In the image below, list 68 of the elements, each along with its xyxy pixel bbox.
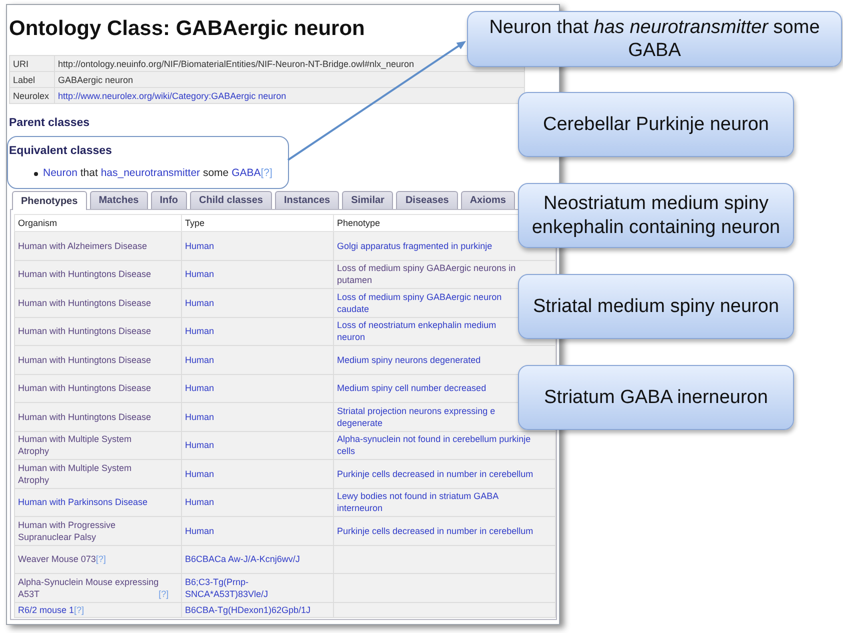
tab[interactable]: Axioms: [460, 191, 515, 209]
bullet-icon: [34, 172, 38, 176]
organism-link[interactable]: Human with Huntingtons Disease: [18, 410, 152, 423]
organism-link[interactable]: Human with Huntingtons Disease: [18, 325, 152, 338]
property-value: http://ontology.neuinfo.org/NIF/BiomaterialEntities/NIF-Neuron-NT-Bridge.owl#nlx_neuron: [54, 56, 524, 72]
property-label: Neurolex: [10, 88, 54, 104]
type-link[interactable]: Human: [185, 496, 214, 508]
organism-link[interactable]: Human with Multiple System Atrophy: [18, 462, 132, 486]
organism-link[interactable]: Weaver Mouse 073: [18, 553, 96, 566]
callout: Neuron that has neurotransmitter some GABA: [467, 11, 842, 67]
organism-link[interactable]: R6/2 mouse 1: [18, 604, 74, 616]
property-link[interactable]: http://www.neurolex.org/wiki/Category:GABAergic neuron: [58, 90, 286, 100]
type-link[interactable]: Human: [185, 410, 214, 423]
type-link[interactable]: B6CBA-Tg(HDexon1)62Gpb/1J: [185, 604, 311, 616]
organism-link[interactable]: Human with Progressive Supranuclear Palsy: [18, 518, 116, 543]
organism-link[interactable]: Human with Alzheimers Disease: [18, 240, 148, 252]
phenotype-link[interactable]: Medium spiny cell number decreased: [337, 382, 486, 394]
tab[interactable]: Matches: [90, 191, 148, 209]
type-link[interactable]: Human: [185, 354, 214, 366]
organism-link[interactable]: Alpha-Synuclein Mouse expressing A53T: [18, 576, 159, 600]
type-link[interactable]: Human: [185, 296, 214, 309]
type-link[interactable]: B6CBACa Aw-J/A-Kcnj6wv/J: [185, 553, 300, 566]
class-link[interactable]: Neuron: [43, 167, 78, 179]
type-link[interactable]: Human: [185, 268, 214, 280]
tab[interactable]: Similar: [342, 191, 394, 209]
section-heading: Equivalent classes: [9, 144, 112, 158]
page-title: Ontology Class: GABAergic neuron: [9, 16, 365, 42]
type-link[interactable]: Human: [185, 468, 214, 480]
phenotype-link[interactable]: Golgi apparatus fragmented in purkinje: [337, 240, 492, 252]
callout: Striatum GABA inerneuron: [518, 365, 794, 430]
type-link[interactable]: Human: [185, 325, 214, 338]
type-link[interactable]: Human: [185, 524, 214, 537]
phenotype-link[interactable]: Purkinje cells decreased in number in cerebellum: [337, 468, 534, 480]
callout: Cerebellar Purkinje neuron: [518, 92, 794, 157]
phenotype-link[interactable]: Loss of neostriatum enkephalin medium neuron: [337, 319, 496, 344]
tab[interactable]: Phenotypes: [12, 191, 87, 210]
phenotype-link[interactable]: Medium spiny neurons degenerated: [337, 354, 481, 366]
organism-link[interactable]: Human with Huntingtons Disease: [18, 296, 152, 309]
class-link[interactable]: GABA: [232, 167, 261, 179]
type-link[interactable]: Human: [185, 439, 214, 452]
phenotype-link[interactable]: Striatal projection neurons expressing e degenerate: [337, 404, 496, 429]
column-header: Type: [182, 214, 334, 232]
tab[interactable]: Diseases: [396, 191, 458, 209]
class-expression: Neuron that has_neurotransmitter some GABA[?]: [43, 167, 272, 180]
phenotype-link[interactable]: Loss of medium spiny GABAergic neuron caudate: [337, 290, 502, 315]
section-heading: Parent classes: [9, 116, 90, 130]
property-value: GABAergic neuron: [54, 72, 524, 88]
callout: Striatal medium spiny neuron: [518, 274, 794, 339]
organism-link[interactable]: Human with Multiple System Atrophy: [18, 433, 132, 458]
phenotype-link[interactable]: Lewy bodies not found in striatum GABA interneuron: [337, 490, 499, 514]
phenotype-link[interactable]: Alpha-synuclein not found in cerebellum purkinje cells: [337, 433, 531, 458]
class-link[interactable]: has_neurotransmitter: [100, 167, 200, 179]
phenotype-link[interactable]: Purkinje cells decreased in number in cerebellum: [337, 524, 534, 537]
type-link[interactable]: Human: [185, 240, 214, 252]
callout: Neostriatum medium spiny enkephalin containing neuron: [518, 183, 794, 248]
phenotype-link[interactable]: Loss of medium spiny GABAergic neurons in putamen: [337, 262, 516, 286]
tab[interactable]: Info: [150, 191, 188, 209]
organism-link[interactable]: Human with Huntingtons Disease: [18, 354, 152, 366]
type-link[interactable]: B6;C3-Tg(Prnp- SNCA*A53T)83Vle/J: [185, 576, 268, 600]
property-label: Label: [10, 72, 54, 88]
property-label: URI: [10, 56, 54, 72]
tab[interactable]: Instances: [274, 191, 340, 209]
organism-link[interactable]: Human with Huntingtons Disease: [18, 382, 152, 394]
column-header: Organism: [14, 214, 182, 232]
tab[interactable]: Child classes: [190, 191, 272, 209]
type-link[interactable]: Human: [185, 382, 214, 394]
organism-link[interactable]: Human with Parkinsons Disease: [18, 496, 148, 508]
organism-link[interactable]: Human with Huntingtons Disease: [18, 268, 152, 280]
